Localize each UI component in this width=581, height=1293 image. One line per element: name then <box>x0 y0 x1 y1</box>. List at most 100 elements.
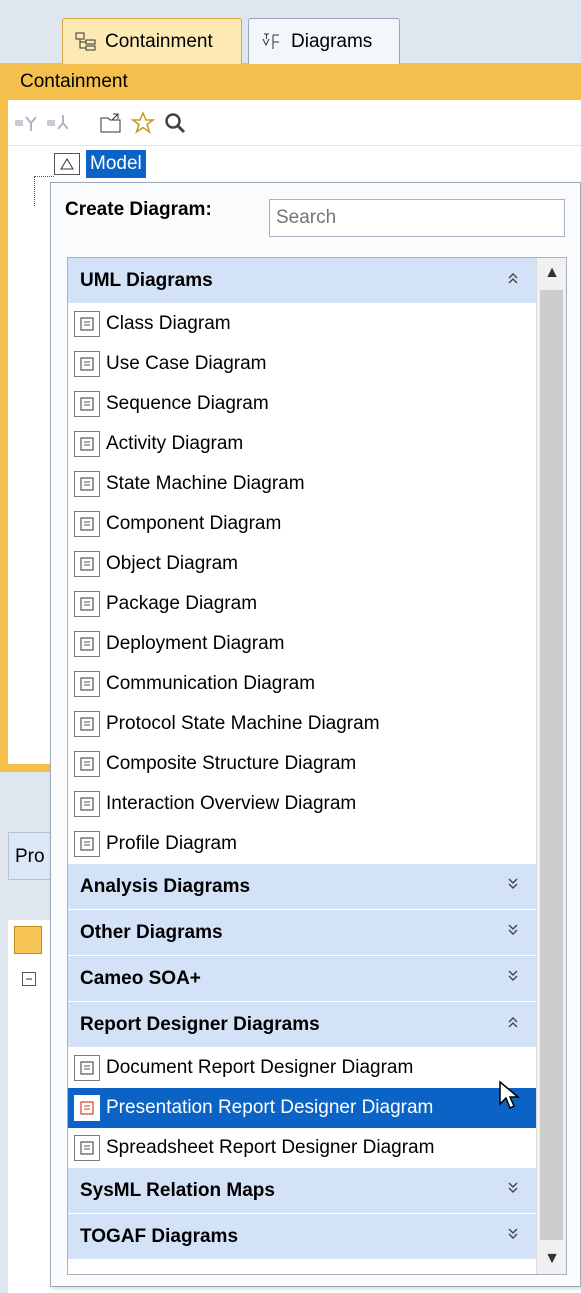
collapse-chevron-icon[interactable] <box>506 271 520 290</box>
collapse-node-icon[interactable]: − <box>22 972 36 986</box>
profile-diagram-icon <box>74 831 100 857</box>
panel-grid-icon[interactable] <box>14 926 42 954</box>
search-icon[interactable] <box>162 110 188 136</box>
tab-diagrams-label: Diagrams <box>291 30 373 52</box>
diagram-list-item-label: Profile Diagram <box>106 833 237 854</box>
document-report-icon <box>74 1055 100 1081</box>
diagram-list-item[interactable]: Use Case Diagram <box>68 344 538 384</box>
group-header-label: Report Designer Diagrams <box>80 1013 320 1035</box>
diagram-list-item[interactable]: Interaction Overview Diagram <box>68 784 538 824</box>
group-header[interactable]: Cameo SOA+ <box>68 956 538 1002</box>
class-diagram-icon <box>74 311 100 337</box>
tree-node-model[interactable]: Model <box>54 150 146 178</box>
package-diagram-icon <box>74 591 100 617</box>
diagram-list-item[interactable]: Presentation Report Designer Diagram <box>68 1088 538 1128</box>
component-diagram-icon <box>74 511 100 537</box>
diagram-list-item[interactable]: Sequence Diagram <box>68 384 538 424</box>
expand-chevron-icon[interactable] <box>506 923 520 942</box>
object-diagram-icon <box>74 551 100 577</box>
scrollbar[interactable]: ▲ ▼ <box>536 258 566 1274</box>
diagram-list-item-label: Package Diagram <box>106 593 258 614</box>
group-header-label: Other Diagrams <box>80 921 223 943</box>
use-case-diagram-icon <box>74 351 100 377</box>
diagram-list-item-label: Communication Diagram <box>106 673 316 694</box>
diagram-list-item-label: Protocol State Machine Diagram <box>106 713 380 734</box>
diagram-list-item[interactable]: Profile Diagram <box>68 824 538 864</box>
tab-containment[interactable]: Containment <box>62 18 242 64</box>
tab-containment-label: Containment <box>105 30 213 52</box>
spreadsheet-report-icon <box>74 1135 100 1161</box>
diagram-list-item-label: Object Diagram <box>106 553 238 574</box>
sequence-diagram-icon <box>74 391 100 417</box>
create-diagram-popup: Create Diagram: UML Diagrams Class Diagra… <box>50 182 581 1287</box>
scroll-thumb[interactable] <box>540 290 563 1240</box>
favorite-star-icon[interactable] <box>130 110 156 136</box>
diagram-list-item-label: Component Diagram <box>106 513 282 534</box>
create-diagram-label: Create Diagram: <box>65 199 212 220</box>
scroll-down-icon[interactable]: ▼ <box>537 1244 566 1274</box>
tree-node-label: Model <box>86 150 146 178</box>
open-folder-icon[interactable] <box>98 110 124 136</box>
diagram-list-item[interactable]: Activity Diagram <box>68 424 538 464</box>
group-header[interactable]: SysML Relation Maps <box>68 1168 538 1214</box>
diagrams-icon <box>261 32 283 52</box>
diagram-list-item[interactable]: Communication Diagram <box>68 664 538 704</box>
expand-chevron-icon[interactable] <box>506 1181 520 1200</box>
diagram-list-item[interactable]: Composite Structure Diagram <box>68 744 538 784</box>
activity-diagram-icon <box>74 431 100 457</box>
diagram-list-item-label: Sequence Diagram <box>106 393 269 414</box>
tab-strip: Containment Diagrams <box>0 0 581 64</box>
group-header-label: TOGAF Diagrams <box>80 1225 239 1247</box>
diagram-list-item[interactable]: Document Report Designer Diagram <box>68 1048 538 1088</box>
presentation-report-icon <box>74 1095 100 1121</box>
group-header-label: Cameo SOA+ <box>80 967 201 989</box>
diagram-list-item[interactable]: Deployment Diagram <box>68 624 538 664</box>
diagram-list: UML Diagrams Class Diagram Use Case Diagra… <box>67 257 567 1275</box>
deployment-diagram-icon <box>74 631 100 657</box>
diagram-list-item[interactable]: Spreadsheet Report Designer Diagram <box>68 1128 538 1168</box>
diagram-list-item-label: Deployment Diagram <box>106 633 285 654</box>
diagram-list-item-label: Document Report Designer Diagram <box>106 1057 414 1078</box>
expand-chevron-icon[interactable] <box>506 877 520 896</box>
diagram-list-item[interactable]: Component Diagram <box>68 504 538 544</box>
containment-toolbar <box>8 100 581 146</box>
diagram-list-item-label: Activity Diagram <box>106 433 244 454</box>
composite-structure-diagram-icon <box>74 751 100 777</box>
group-header[interactable]: Analysis Diagrams <box>68 864 538 910</box>
diagram-list-item-label: Composite Structure Diagram <box>106 753 357 774</box>
group-header-label: Analysis Diagrams <box>80 875 251 897</box>
diagram-list-item[interactable]: Protocol State Machine Diagram <box>68 704 538 744</box>
diagram-list-content: UML Diagrams Class Diagram Use Case Diagra… <box>68 258 538 1260</box>
group-header[interactable]: TOGAF Diagrams <box>68 1214 538 1260</box>
tab-diagrams[interactable]: Diagrams <box>248 18 400 64</box>
expand-chevron-icon[interactable] <box>506 969 520 988</box>
group-header[interactable]: Other Diagrams <box>68 910 538 956</box>
communication-diagram-icon <box>74 671 100 697</box>
diagram-list-item-label: Presentation Report Designer Diagram <box>106 1097 434 1118</box>
diagram-list-item[interactable]: Class Diagram <box>68 304 538 344</box>
group-header-label: UML Diagrams <box>80 269 213 291</box>
panel-frame <box>0 100 8 772</box>
diagram-list-item-label: Use Case Diagram <box>106 353 267 374</box>
collapse-all-icon[interactable] <box>12 110 38 136</box>
expand-chevron-icon[interactable] <box>506 1227 520 1246</box>
model-package-icon <box>54 153 80 175</box>
group-header[interactable]: UML Diagrams <box>68 258 538 304</box>
state-machine-diagram-icon <box>74 471 100 497</box>
interaction-overview-diagram-icon <box>74 791 100 817</box>
containment-panel-title: Containment <box>0 64 581 100</box>
collapse-chevron-icon[interactable] <box>506 1015 520 1034</box>
expand-all-icon[interactable] <box>44 110 70 136</box>
diagram-list-item-label: State Machine Diagram <box>106 473 305 494</box>
mouse-cursor-icon <box>499 1080 521 1110</box>
diagram-list-item-label: Spreadsheet Report Designer Diagram <box>106 1137 435 1158</box>
group-header[interactable]: Report Designer Diagrams <box>68 1002 538 1048</box>
diagram-search-input[interactable] <box>269 199 565 237</box>
popup-header: Create Diagram: <box>65 199 212 221</box>
diagram-list-item-label: Interaction Overview Diagram <box>106 793 357 814</box>
diagram-list-item[interactable]: Package Diagram <box>68 584 538 624</box>
scroll-up-icon[interactable]: ▲ <box>537 258 566 288</box>
group-header-label: SysML Relation Maps <box>80 1179 275 1201</box>
diagram-list-item[interactable]: State Machine Diagram <box>68 464 538 504</box>
diagram-list-item[interactable]: Object Diagram <box>68 544 538 584</box>
